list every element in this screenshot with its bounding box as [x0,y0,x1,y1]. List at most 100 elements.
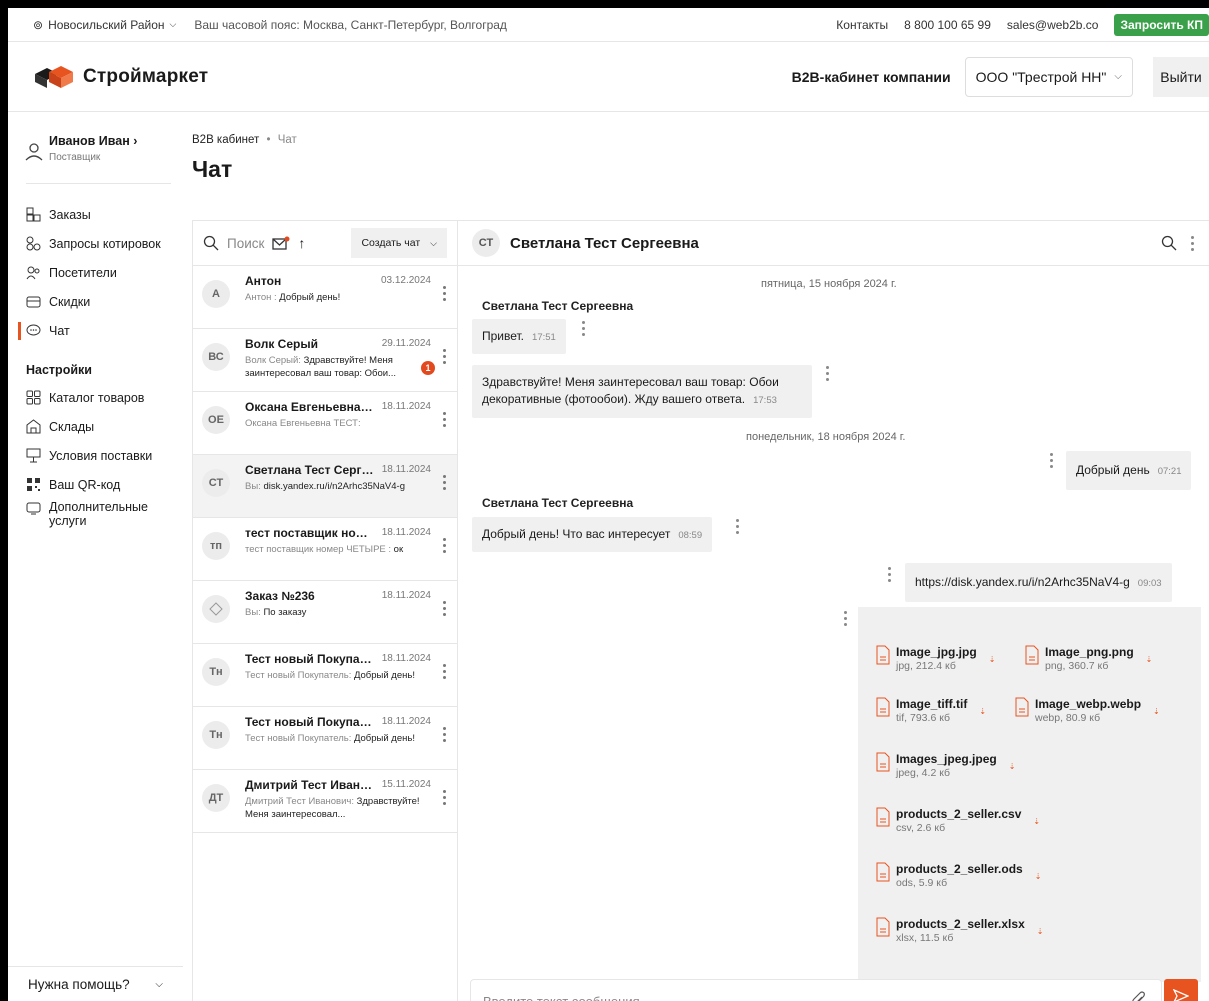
unread-mail-icon[interactable] [272,236,290,250]
message-input[interactable]: Введите текст сообщения [470,979,1162,1001]
location-selector[interactable]: ⊚ Новосильский Район ⌵ [33,18,176,32]
chat-item-preview: Дмитрий Тест Иванович: Здравствуйте! Мен… [245,796,425,822]
download-icon[interactable]: ⇣ [1037,927,1044,944]
file-name: products_2_seller.xlsx [896,917,1025,931]
sidebar-item-catalog[interactable]: Каталог товаров [26,383,183,412]
download-icon[interactable]: ⇣ [1033,817,1040,834]
search-icon[interactable] [1161,235,1177,251]
download-icon[interactable]: ⇣ [1153,707,1160,724]
chat-list-item-active[interactable]: СТ Светлана Тест Серге... 18.11.2024 Вы:… [193,455,457,518]
chat-conversation-panel: СТ Светлана Тест Сергеевна пятница, 15 н… [458,220,1209,1001]
preview-sender: Вы: [245,607,261,618]
file-attachment[interactable]: Image_jpg.jpg jpg, 212.4 кб ⇣ [876,645,995,672]
logout-button[interactable]: Выйти [1153,56,1209,97]
chat-list-item[interactable]: Тн Тест новый Покупате... 18.11.2024 Тес… [193,644,457,707]
company-select[interactable]: ООО "Трестрой НН" ⌵ [964,56,1133,97]
file-attachments-message: Image_jpg.jpg jpg, 212.4 кб ⇣ Image_png.p… [858,607,1201,982]
more-options-icon[interactable] [443,286,447,301]
sidebar-item-label: Условия поставки [49,448,153,463]
breadcrumb-current: Чат [277,134,297,146]
sidebar-item-delivery[interactable]: Условия поставки [26,441,183,470]
message-options-icon[interactable] [844,611,848,626]
chat-list-item[interactable]: ОЕ Оксана Евгеньевна Т... 18.11.2024 Окс… [193,392,457,455]
attach-paperclip-icon[interactable] [1130,991,1146,1001]
chat-item-preview: тест поставщик номер ЧЕТЫРЕ : ок [245,544,425,557]
preview-sender: Тест новый Покупатель: [245,670,352,681]
sidebar-item-warehouses[interactable]: Склады [26,412,183,441]
contacts-link[interactable]: Контакты [836,18,888,32]
send-button[interactable] [1164,979,1198,1001]
phone-link[interactable]: 8 800 100 65 99 [904,18,991,32]
search-input[interactable]: Поиск [227,236,264,251]
chat-list-item[interactable]: ВС Волк Серый 29.11.2024 Волк Серый: Здр… [193,329,457,392]
chat-list-item[interactable]: Тн Тест новый Покупате... 18.11.2024 Тес… [193,707,457,770]
more-options-icon[interactable] [443,475,447,490]
chat-list-item[interactable]: Заказ №236 18.11.2024 Вы: По заказу [193,581,457,644]
download-icon[interactable]: ⇣ [1035,872,1042,889]
chat-list-item[interactable]: ДТ Дмитрий Тест Иванов... 15.11.2024 Дми… [193,770,457,833]
message-text: Добрый день [1076,463,1150,477]
preview-sender: Волк Серый: [245,355,301,366]
message-options-icon[interactable] [582,321,586,336]
preview-text: ок [391,544,404,555]
more-options-icon[interactable] [443,664,447,679]
sidebar-item-discounts[interactable]: Скидки [26,287,183,316]
download-icon[interactable]: ⇣ [979,707,986,724]
message-bubble: Привет. 17:51 [472,319,566,355]
file-meta: csv, 2.6 кб [896,822,946,834]
file-attachment[interactable]: Images_jpeg.jpeg jpeg, 4.2 кб ⇣ [876,752,1015,779]
sort-arrow-icon[interactable]: ↑ [298,235,305,251]
message-options-icon[interactable] [736,519,740,534]
preview-sender: Оксана Евгеньевна ТЕСТ: [245,418,361,429]
more-options-icon[interactable] [443,412,447,427]
sidebar-item-label: Запросы котировок [49,236,161,251]
file-name: products_2_seller.ods [896,862,1023,876]
window-frame-left [0,0,8,1001]
message-options-icon[interactable] [1050,453,1054,468]
more-options-icon[interactable] [443,790,447,805]
chat-item-preview: Антон : Добрый день! [245,292,425,305]
more-options-icon[interactable] [443,601,447,616]
file-attachment[interactable]: products_2_seller.xlsx xlsx, 11.5 кб ⇣ [876,917,1043,944]
sidebar-item-extra-services[interactable]: Дополнительные услуги [26,499,183,535]
download-icon[interactable]: ⇣ [989,655,996,672]
sidebar-item-label: Склады [49,419,95,434]
message-options-icon[interactable] [888,567,892,582]
email-link[interactable]: sales@web2b.co [1007,18,1099,32]
chat-item-date: 03.12.2024 [380,275,431,286]
more-options-icon[interactable] [443,349,447,364]
file-attachment[interactable]: Image_tiff.tif tif, 793.6 кб ⇣ [876,697,986,724]
user-role: Поставщик [49,152,101,163]
file-attachment[interactable]: products_2_seller.ods ods, 5.9 кб ⇣ [876,862,1041,889]
preview-text: По заказу [260,607,307,618]
more-options-icon[interactable] [443,727,447,742]
user-profile[interactable]: Иванов Иван › Поставщик [25,134,137,163]
request-kp-button[interactable]: Запросить КП [1114,13,1209,36]
create-chat-button[interactable]: Создать чат ⌵ [351,228,447,258]
chat-list-item[interactable]: тп тест поставщик номе... 18.11.2024 тес… [193,518,457,581]
sidebar-item-visitors[interactable]: Посетители [26,258,183,287]
preview-text: disk.yandex.ru/i/n2Arhc35NaV4-g [260,481,405,492]
more-options-icon[interactable] [1191,235,1195,251]
file-attachment[interactable]: Image_png.png png, 360.7 кб ⇣ [1025,645,1152,672]
chat-list-item[interactable]: А Антон 03.12.2024 Антон : Добрый день! [193,266,457,329]
preview-sender: Тест новый Покупатель: [245,733,352,744]
sidebar-item-label: Посетители [49,265,117,280]
download-icon[interactable]: ⇣ [1146,655,1153,672]
brand-logo[interactable]: Строймаркет [33,64,208,90]
chat-item-name: Заказ №236 [245,589,315,603]
monitor-icon [26,501,41,516]
sidebar-item-orders[interactable]: Заказы [26,200,183,229]
help-toggle[interactable]: Нужна помощь? ⌵ [8,966,183,1001]
file-attachment[interactable]: products_2_seller.csv csv, 2.6 кб ⇣ [876,807,1040,834]
sidebar-item-quotes[interactable]: Запросы котировок [26,229,183,258]
file-attachment[interactable]: Image_webp.webp webp, 80.9 кб ⇣ [1015,697,1160,724]
message-options-icon[interactable] [826,366,830,381]
download-icon[interactable]: ⇣ [1009,762,1016,779]
breadcrumb-root-link[interactable]: B2B кабинет [192,134,259,146]
message-link[interactable]: https://disk.yandex.ru/i/n2Arhc35NaV4-g [915,575,1130,589]
sidebar-item-qr[interactable]: Ваш QR-код [26,470,183,499]
search-icon[interactable] [203,235,219,251]
sidebar-item-chat[interactable]: Чат [18,316,183,345]
more-options-icon[interactable] [443,538,447,553]
